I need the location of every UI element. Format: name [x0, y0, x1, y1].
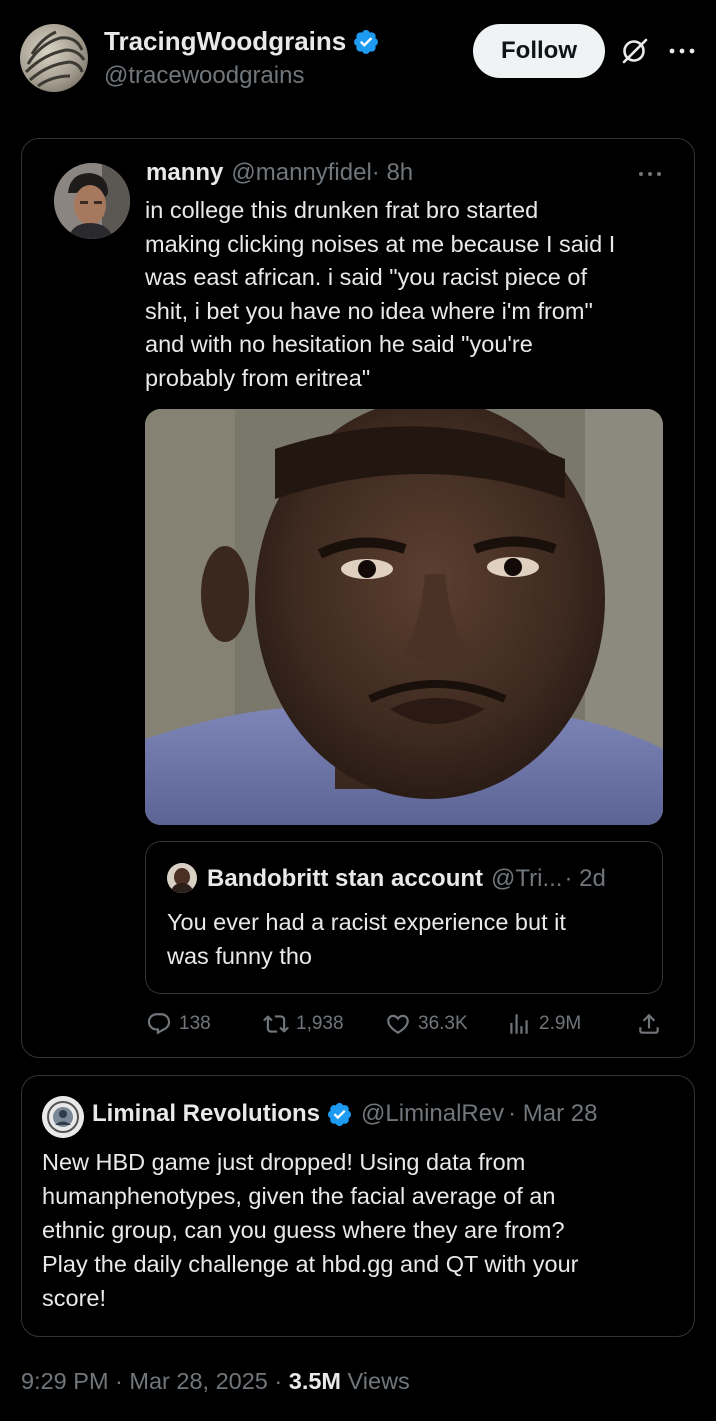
retweet-button[interactable]: 1,938 — [263, 1010, 344, 1038]
share-button[interactable] — [636, 1010, 662, 1038]
manny-name[interactable]: manny — [146, 159, 223, 187]
follow-button[interactable]: Follow — [473, 24, 605, 78]
author-name[interactable]: TracingWoodgrains — [104, 26, 346, 57]
manny-header: manny @mannyfidel · 8h — [146, 159, 413, 187]
more-icon[interactable] — [667, 36, 697, 66]
manny-avatar[interactable] — [54, 163, 130, 239]
reply-count: 138 — [179, 1013, 211, 1034]
text-line: New HBD game just dropped! Using data fr… — [42, 1149, 526, 1175]
text-line: You ever had a racist experience but it — [167, 909, 566, 935]
like-button[interactable]: 36.3K — [385, 1010, 468, 1038]
liminal-avatar[interactable] — [42, 1096, 84, 1138]
verified-badge-icon — [328, 1102, 352, 1126]
text-line: making clicking noises at me because I s… — [145, 230, 616, 257]
tweet-timestamp[interactable]: 9:29 PM · Mar 28, 2025 · — [21, 1368, 282, 1394]
nested-tweet-text: You ever had a racist experience but it … — [167, 905, 637, 973]
liminal-date[interactable]: · Mar 28 — [508, 1100, 597, 1128]
text-line: score! — [42, 1285, 106, 1311]
nested-name[interactable]: Bandobritt stan account — [207, 865, 483, 893]
liminal-tweet-text: New HBD game just dropped! Using data fr… — [42, 1145, 682, 1315]
author-handle[interactable]: @tracewoodgrains — [104, 62, 304, 90]
manny-more-icon[interactable] — [636, 162, 664, 186]
text-line: humanphenotypes, given the facial averag… — [42, 1183, 556, 1209]
like-icon — [387, 1014, 409, 1034]
views-count: 2.9M — [539, 1013, 582, 1034]
like-count: 36.3K — [418, 1013, 468, 1034]
text-line: was east african. i said "you racist pie… — [145, 264, 587, 291]
author-avatar[interactable] — [20, 24, 88, 92]
grok-icon[interactable] — [620, 36, 650, 66]
retweet-icon — [263, 1015, 289, 1033]
tweet-photo[interactable] — [145, 409, 663, 825]
liminal-name[interactable]: Liminal Revolutions — [92, 1100, 320, 1128]
nested-header: Bandobritt stan account @Tri... · 2d — [207, 865, 606, 893]
liminal-header: Liminal Revolutions @LiminalRev · Mar 28 — [92, 1100, 597, 1128]
tweet-views-label: Views — [347, 1368, 410, 1394]
reply-button[interactable]: 138 — [146, 1010, 211, 1038]
text-line: probably from eritrea" — [145, 364, 371, 391]
text-line: and with no hesitation he said "you're — [145, 331, 533, 358]
retweet-count: 1,938 — [296, 1013, 344, 1034]
tweet-views-count: 3.5M — [288, 1368, 342, 1394]
views-button[interactable]: 2.9M — [506, 1010, 581, 1038]
share-icon — [639, 1013, 659, 1034]
text-line: shit, i bet you have no idea where i'm f… — [145, 297, 593, 324]
liminal-handle[interactable]: @LiminalRev — [361, 1100, 504, 1128]
manny-time[interactable]: · 8h — [372, 159, 413, 187]
reply-icon — [147, 1013, 171, 1035]
text-line: was funny tho — [167, 943, 313, 969]
text-line: Play the daily challenge at hbd.gg and Q… — [42, 1251, 579, 1277]
manny-tweet-text: in college this drunken frat bro started… — [145, 194, 685, 396]
text-line: in college this drunken frat bro started — [145, 197, 539, 223]
liminal-name-row[interactable]: Liminal Revolutions — [92, 1100, 353, 1128]
manny-handle[interactable]: @mannyfidel — [231, 159, 371, 187]
text-line: ethnic group, can you guess where they a… — [42, 1217, 565, 1243]
nested-handle[interactable]: @Tri... — [491, 865, 562, 893]
verified-badge-icon — [354, 29, 379, 54]
tweet-footer: 9:29 PM · Mar 28, 2025 · 3.5M Views — [21, 1368, 410, 1395]
nested-avatar[interactable] — [167, 863, 197, 893]
author-name-row[interactable]: TracingWoodgrains — [104, 26, 380, 57]
views-icon — [510, 1014, 528, 1034]
nested-time[interactable]: · 2d — [564, 865, 605, 893]
